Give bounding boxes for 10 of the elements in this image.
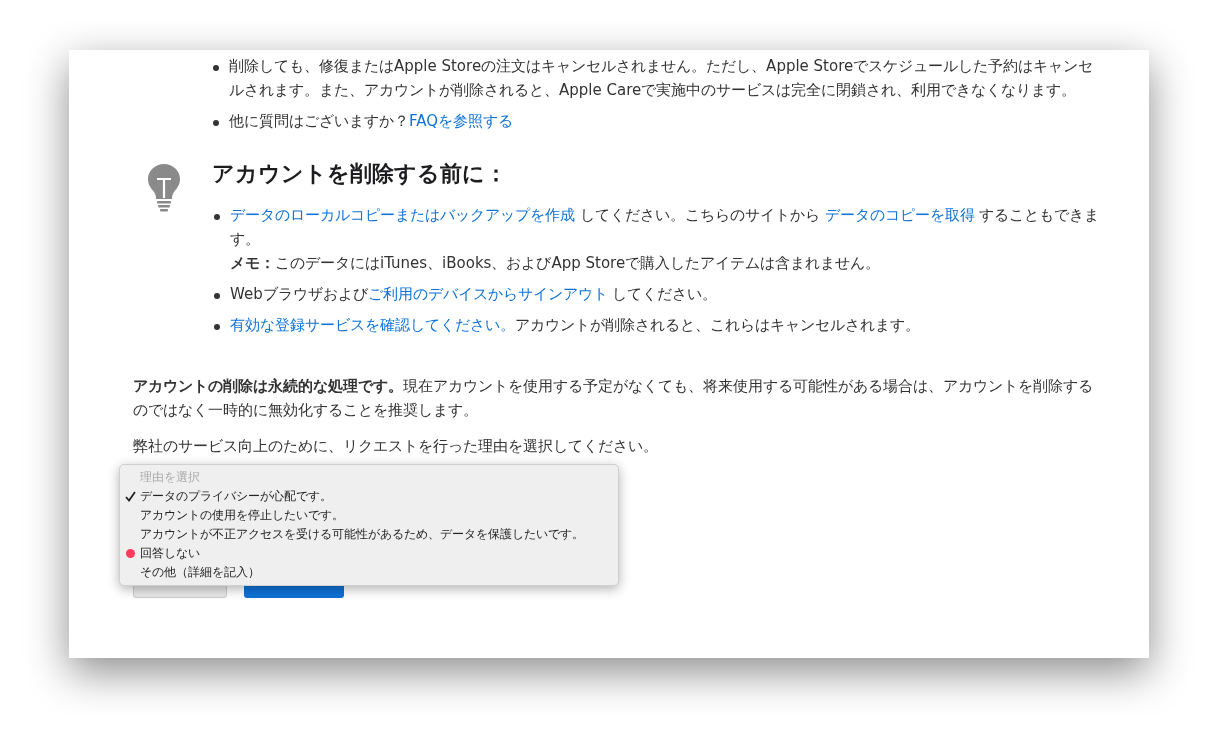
bullet-text: データのローカルコピーまたはバックアップを作成 してください。こちらのサイトから データのコピーを取得 することもできます。 xyxy=(230,205,1101,250)
bullet-text: 他に質問はございますか？FAQを参照する xyxy=(229,111,514,132)
section-heading: アカウントを削除する前に： xyxy=(212,160,508,188)
bullet-text: 有効な登録サービスを確認してください。アカウントが削除されると、これらはキャンセルされます。 xyxy=(230,315,920,336)
bullet-text: Webブラウザおよびご利用のデバイスからサインアウト してください。 xyxy=(230,284,718,305)
menu-header: 理由を選択 xyxy=(139,469,201,486)
bullet-text: 削除しても、修復またはApple Storeの注文はキャンセルされません。ただし、Apple Storeでスケジュールした予約はキャンセルされます。また、アカウントが削除されると、Apple Careで実施中のサービスは完全に閉鎖され、利用できなくなります。 xyxy=(229,56,1095,101)
prompt-text: 弊社のサービス向上のために、リクエストを行った理由を選択してください。 xyxy=(133,436,659,457)
notice-text: アカウントの削除は永続的な処理です。現在アカウントを使用する予定がなくても、将来使用する可能性がある場合は、アカウントを削除するのではなく一時的に無効化することを推奨します。 xyxy=(133,376,1094,421)
note-text: メモ：このデータにはiTunes、iBooks、およびApp Storeで購入したアイテムは含まれません。 xyxy=(230,253,882,274)
